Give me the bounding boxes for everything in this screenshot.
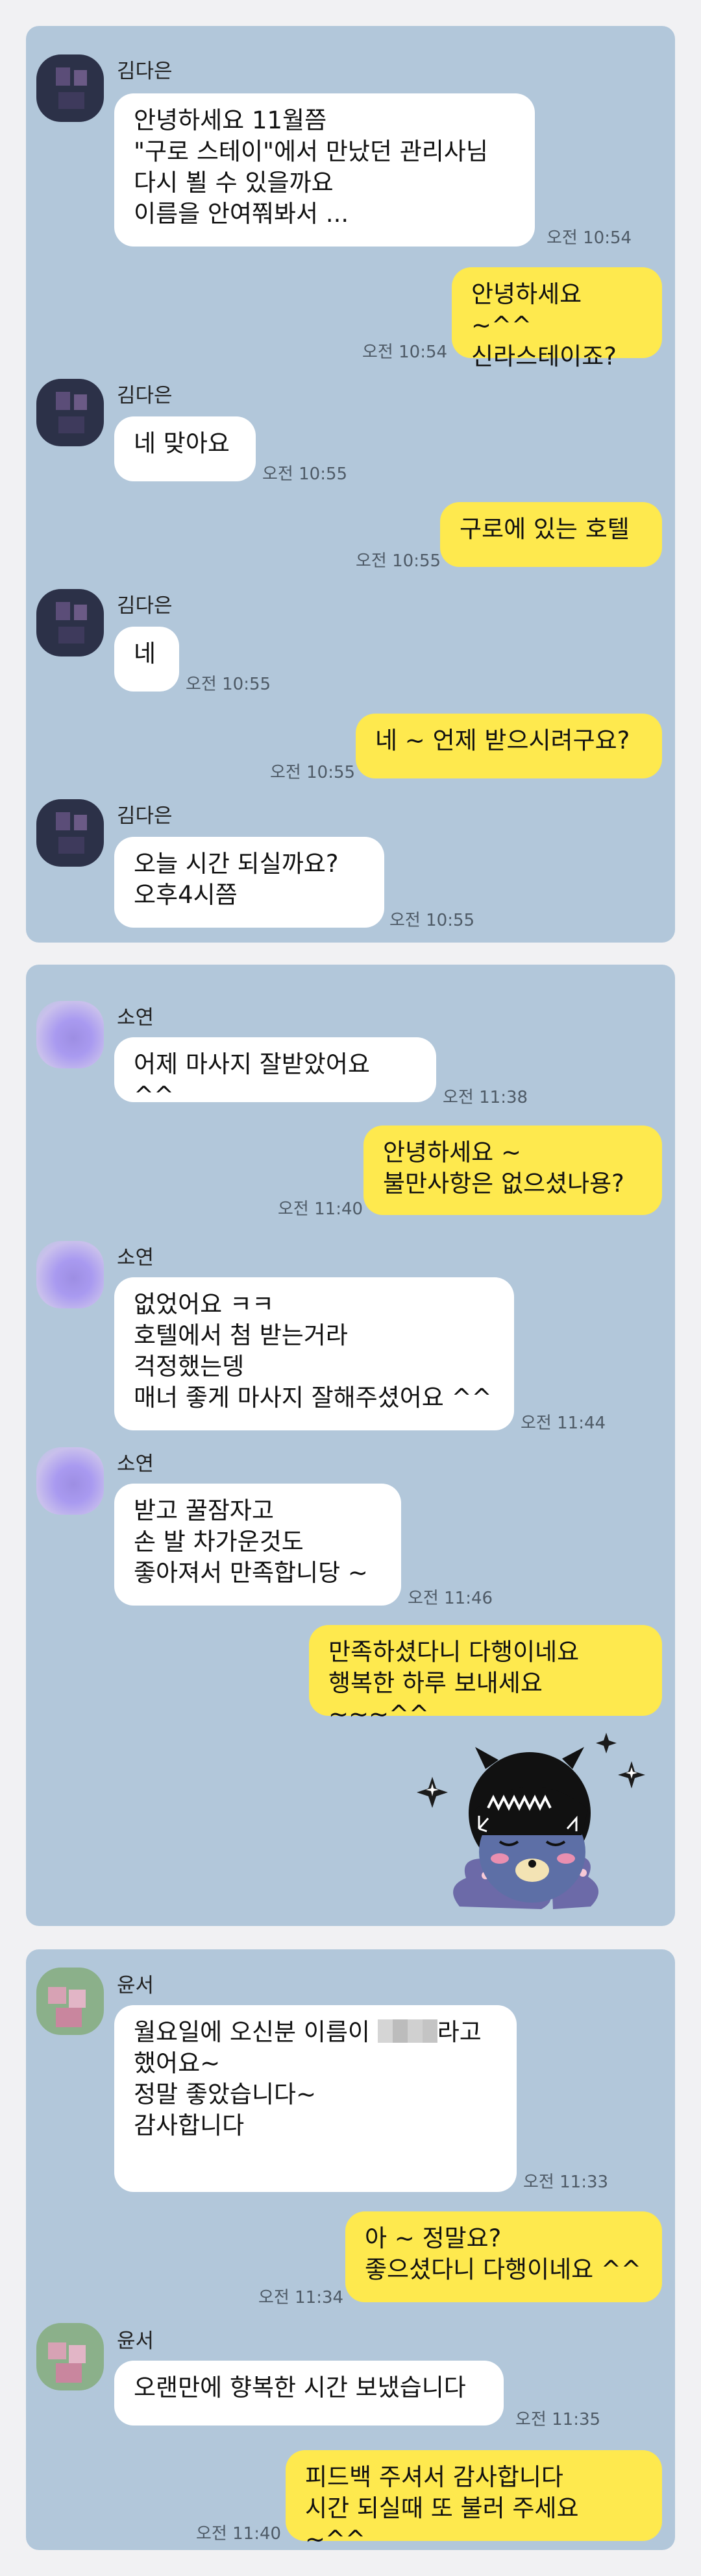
message-bubble-incoming[interactable]: 어제 마사지 잘받았어요 ^^ xyxy=(114,1037,436,1109)
sender-name: 김다은 xyxy=(117,384,173,407)
avatar-soyeon[interactable] xyxy=(36,1447,104,1515)
message-time: 오전 11:40 xyxy=(196,2524,282,2544)
avatar-soyeon[interactable] xyxy=(36,1241,104,1308)
chat-panel-2: 소연 어제 마사지 잘받았어요 ^^ 오전 11:38 안녕하세요 ~ 불만사항… xyxy=(26,965,675,1926)
message-time: 오전 11:33 xyxy=(523,2173,609,2192)
message-time: 오전 10:55 xyxy=(270,763,356,782)
message-bubble-incoming[interactable]: 월요일에 오신분 이름이 라고 했어요~ 정말 좋았습니다~ 감사합니다 xyxy=(114,2005,517,2192)
message-bubble-incoming[interactable]: 네 맞아요 xyxy=(114,416,256,481)
message-time: 오전 10:55 xyxy=(356,551,441,571)
message-time: 오전 10:55 xyxy=(186,675,271,694)
sender-name: 김다은 xyxy=(117,804,173,828)
sender-name: 김다은 xyxy=(117,594,173,618)
kakao-character-sticker-icon xyxy=(417,1733,645,1909)
message-bubble-incoming[interactable]: 안녕하세요 11월쯤 "구로 스테이"에서 만났던 관리사님 다시 뵐 수 있을… xyxy=(114,93,535,247)
message-bubble-incoming[interactable]: 네 xyxy=(114,627,179,692)
message-bubble-outgoing[interactable]: 안녕하세요 ~^^ 신라스테이죠? xyxy=(452,267,662,370)
message-time: 오전 11:35 xyxy=(515,2410,601,2429)
message-time: 오전 11:46 xyxy=(408,1589,493,1608)
message-bubble-outgoing[interactable]: 만족하셨다니 다행이네요 행복한 하루 보내세요 ~~~^^ xyxy=(309,1625,662,1728)
sender-name: 윤서 xyxy=(117,2329,154,2353)
message-time: 오전 10:54 xyxy=(362,343,448,362)
redacted-name xyxy=(377,2019,437,2043)
chat-panel-3: 윤서 월요일에 오신분 이름이 라고 했어요~ 정말 좋았습니다~ 감사합니다 … xyxy=(26,1949,675,2553)
message-time: 오전 11:44 xyxy=(521,1414,606,1433)
message-bubble-incoming[interactable]: 받고 꿀잠자고 손 발 차가운것도 좋아져서 만족합니당 ~ xyxy=(114,1484,401,1606)
message-bubble-outgoing[interactable]: 안녕하세요 ~ 불만사항은 없으셨나용? xyxy=(363,1125,662,1215)
message-bubble-outgoing[interactable]: 아 ~ 정말요? 좋으셨다니 다행이네요 ^^ xyxy=(345,2211,662,2302)
message-bubble-outgoing[interactable]: 구로에 있는 호텔 xyxy=(440,502,662,567)
avatar-soyeon[interactable] xyxy=(36,1001,104,1068)
message-time: 오전 11:38 xyxy=(443,1088,528,1107)
sender-name: 소연 xyxy=(117,1246,154,1270)
message-time: 오전 11:40 xyxy=(278,1199,363,1219)
sender-name: 소연 xyxy=(117,1006,154,1029)
chat-panel-1: 김다은 안녕하세요 11월쯤 "구로 스테이"에서 만났던 관리사님 다시 뵐 … xyxy=(26,26,675,943)
avatar-kimdaeun[interactable] xyxy=(36,379,104,446)
avatar-kimdaeun[interactable] xyxy=(36,799,104,867)
avatar-yunseo[interactable] xyxy=(36,1968,104,2035)
sender-name: 소연 xyxy=(117,1452,154,1476)
message-bubble-outgoing[interactable]: 네 ~ 언제 받으시려구요? xyxy=(356,714,662,778)
message-time: 오전 10:55 xyxy=(389,911,475,930)
message-bubble-outgoing[interactable]: 피드백 주셔서 감사합니다 시간 되실때 또 불러 주세요 ~^^ xyxy=(286,2450,662,2553)
sender-name: 윤서 xyxy=(117,1974,154,1997)
message-bubble-incoming[interactable]: 오랜만에 향복한 시간 보냈습니다 xyxy=(114,2361,504,2426)
avatar-kimdaeun[interactable] xyxy=(36,589,104,656)
sender-name: 김다은 xyxy=(117,60,173,83)
avatar-kimdaeun[interactable] xyxy=(36,54,104,122)
message-time: 오전 10:55 xyxy=(262,464,348,484)
message-time: 오전 11:34 xyxy=(258,2288,344,2307)
message-time: 오전 10:54 xyxy=(547,228,632,248)
message-bubble-incoming[interactable]: 없었어요 ㅋㅋ 호텔에서 첨 받는거라 걱정했는뎅 매너 좋게 마사지 잘해주셨… xyxy=(114,1277,514,1430)
message-bubble-incoming[interactable]: 오늘 시간 되실까요? 오후4시쯤 xyxy=(114,837,384,928)
avatar-yunseo[interactable] xyxy=(36,2323,104,2390)
